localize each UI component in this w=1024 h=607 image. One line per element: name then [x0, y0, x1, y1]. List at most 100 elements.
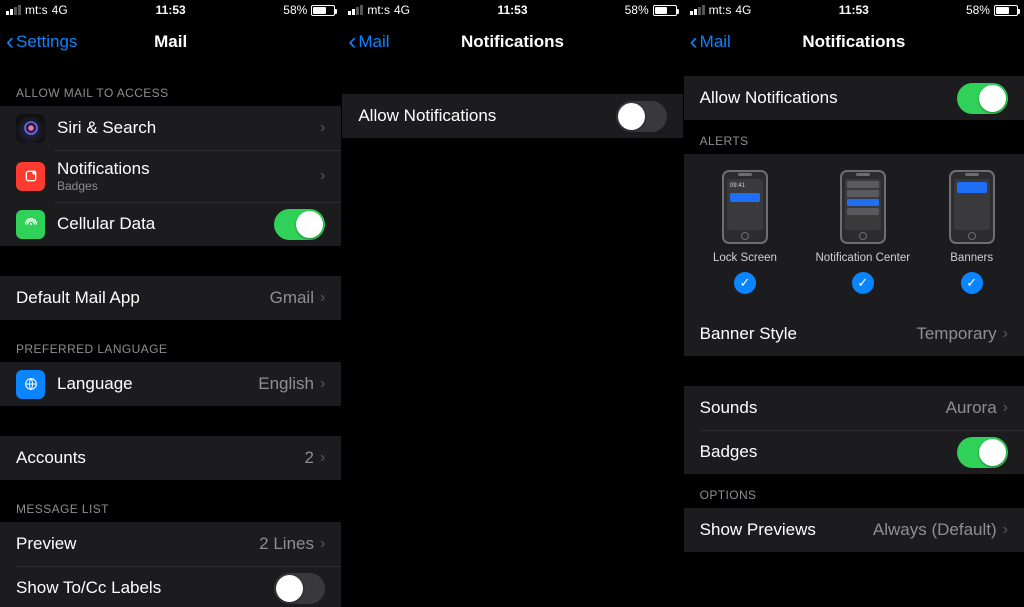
alert-tile-lock-screen[interactable]: 09:41 Lock Screen ✓	[713, 170, 777, 294]
section-options: Options	[684, 474, 1024, 508]
chevron-left-icon: ‹	[6, 30, 14, 54]
row-allow-notifications[interactable]: Allow Notifications	[684, 76, 1024, 120]
check-icon: ✓	[852, 272, 874, 294]
accounts-value: 2	[305, 448, 314, 468]
chevron-right-icon: ›	[1003, 521, 1008, 539]
tile-label: Banners	[950, 252, 993, 264]
nav-bar: ‹ Mail Notifications	[684, 20, 1024, 64]
cellular-icon	[16, 210, 45, 239]
carrier-label: mt:s	[25, 3, 48, 17]
phone-notifications-off: mt:s 4G 11:53 58% ‹ Mail Notifications A…	[341, 0, 682, 607]
row-default-mail-app[interactable]: Default Mail App Gmail ›	[0, 276, 341, 320]
default-app-value: Gmail	[270, 288, 314, 308]
row-cellular[interactable]: Cellular Data	[0, 202, 341, 246]
row-show-previews[interactable]: Show Previews Always (Default) ›	[684, 508, 1024, 552]
back-button[interactable]: ‹ Mail	[342, 30, 389, 54]
lock-time-label: 09:41	[730, 183, 745, 189]
nav-bar: ‹ Settings Mail	[0, 20, 341, 64]
notifications-sublabel: Badges	[57, 179, 320, 193]
globe-icon	[16, 370, 45, 399]
status-bar: mt:s 4G 11:53 58%	[342, 0, 682, 20]
row-notifications[interactable]: Notifications Badges ›	[0, 150, 341, 202]
battery-pct-label: 58%	[283, 3, 307, 17]
page-title: Notifications	[342, 32, 682, 52]
allow-label: Allow Notifications	[700, 88, 957, 108]
battery-icon	[653, 5, 677, 16]
allow-toggle[interactable]	[616, 101, 667, 132]
chevron-left-icon: ‹	[348, 30, 356, 54]
tile-label: Notification Center	[815, 252, 910, 264]
chevron-right-icon: ›	[1003, 399, 1008, 417]
cellular-label: Cellular Data	[57, 214, 274, 234]
check-icon: ✓	[734, 272, 756, 294]
cellular-toggle[interactable]	[274, 209, 325, 240]
language-label: Language	[57, 374, 258, 394]
back-label: Mail	[700, 32, 731, 52]
alerts-tiles: 09:41 Lock Screen ✓ Notification Center	[684, 154, 1024, 312]
preview-label: Preview	[16, 534, 259, 554]
badges-toggle[interactable]	[957, 437, 1008, 468]
chevron-right-icon: ›	[320, 167, 325, 185]
alert-tile-notification-center[interactable]: Notification Center ✓	[815, 170, 910, 294]
default-app-label: Default Mail App	[16, 288, 270, 308]
notifications-icon	[16, 162, 45, 191]
preview-value: 2 Lines	[259, 534, 314, 554]
battery-icon	[994, 5, 1018, 16]
device-nc-icon	[840, 170, 886, 244]
row-accounts[interactable]: Accounts 2 ›	[0, 436, 341, 480]
carrier-label: mt:s	[709, 3, 732, 17]
chevron-right-icon: ›	[1003, 325, 1008, 343]
alert-tile-banners[interactable]: Banners ✓	[949, 170, 995, 294]
show-previews-value: Always (Default)	[873, 520, 997, 540]
notifications-label: Notifications	[57, 159, 320, 179]
chevron-right-icon: ›	[320, 535, 325, 553]
network-label: 4G	[394, 3, 410, 17]
back-button[interactable]: ‹ Mail	[684, 30, 731, 54]
row-allow-notifications[interactable]: Allow Notifications	[342, 94, 682, 138]
tile-label: Lock Screen	[713, 252, 777, 264]
siri-label: Siri & Search	[57, 118, 320, 138]
tocc-label: Show To/Cc Labels	[16, 578, 274, 598]
sounds-label: Sounds	[700, 398, 946, 418]
row-sounds[interactable]: Sounds Aurora ›	[684, 386, 1024, 430]
chevron-right-icon: ›	[320, 449, 325, 467]
section-access: Allow Mail to Access	[0, 64, 341, 106]
chevron-right-icon: ›	[320, 375, 325, 393]
phone-mail-settings: mt:s 4G 11:53 58% ‹ Settings Mail Allow …	[0, 0, 341, 607]
carrier-label: mt:s	[367, 3, 390, 17]
banner-style-label: Banner Style	[700, 324, 917, 344]
status-bar: mt:s 4G 11:53 58%	[684, 0, 1024, 20]
row-banner-style[interactable]: Banner Style Temporary ›	[684, 312, 1024, 356]
nav-bar: ‹ Mail Notifications	[342, 20, 682, 64]
status-bar: mt:s 4G 11:53 58%	[0, 0, 341, 20]
allow-label: Allow Notifications	[358, 106, 615, 126]
chevron-left-icon: ‹	[690, 30, 698, 54]
tocc-toggle[interactable]	[274, 573, 325, 604]
row-siri[interactable]: Siri & Search ›	[0, 106, 341, 150]
row-badges[interactable]: Badges	[684, 430, 1024, 474]
back-label: Mail	[358, 32, 389, 52]
accounts-label: Accounts	[16, 448, 305, 468]
device-banner-icon	[949, 170, 995, 244]
signal-icon	[690, 5, 705, 15]
chevron-right-icon: ›	[320, 119, 325, 137]
row-language[interactable]: Language English ›	[0, 362, 341, 406]
allow-toggle[interactable]	[957, 83, 1008, 114]
row-tocc[interactable]: Show To/Cc Labels	[0, 566, 341, 607]
page-title: Notifications	[684, 32, 1024, 52]
network-label: 4G	[735, 3, 751, 17]
siri-icon	[16, 114, 45, 143]
device-lock-icon: 09:41	[722, 170, 768, 244]
back-button[interactable]: ‹ Settings	[0, 30, 77, 54]
back-label: Settings	[16, 32, 77, 52]
section-message-list: Message List	[0, 480, 341, 522]
signal-icon	[6, 5, 21, 15]
section-language: Preferred Language	[0, 320, 341, 362]
badges-label: Badges	[700, 442, 957, 462]
row-preview[interactable]: Preview 2 Lines ›	[0, 522, 341, 566]
chevron-right-icon: ›	[320, 289, 325, 307]
signal-icon	[348, 5, 363, 15]
section-alerts: Alerts	[684, 120, 1024, 154]
battery-icon	[311, 5, 335, 16]
network-label: 4G	[52, 3, 68, 17]
